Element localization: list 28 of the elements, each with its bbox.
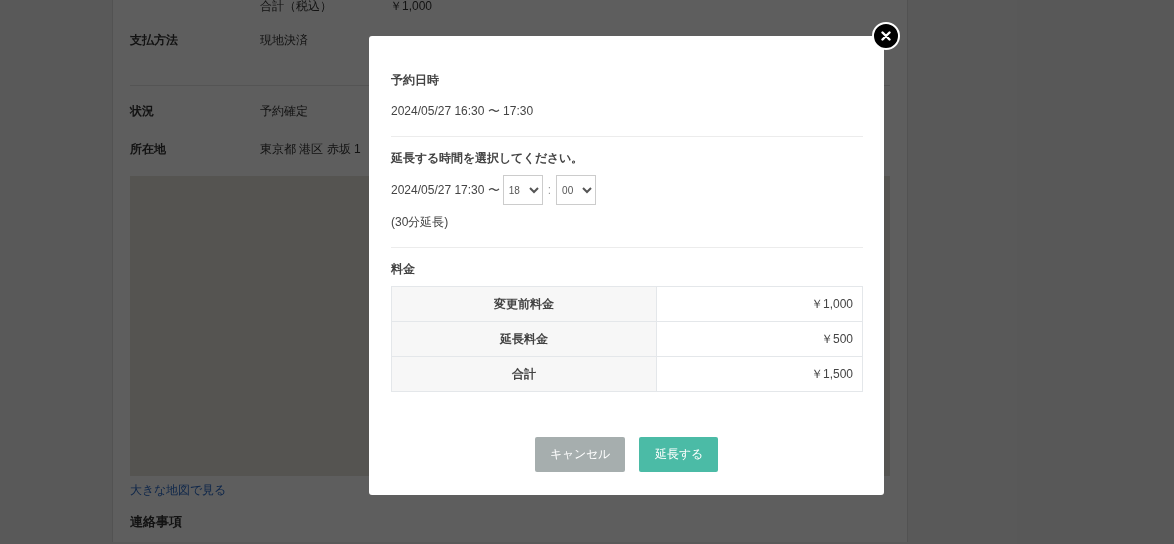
fees-title: 料金 (391, 261, 416, 278)
summary-value: ￥1,000 (390, 0, 433, 12)
time-separator: : (546, 183, 553, 197)
extend-button[interactable]: 延長する (639, 437, 718, 472)
hour-select[interactable]: 18 (502, 175, 543, 205)
detail-value: 現地決済 (260, 32, 308, 49)
cancel-button[interactable]: キャンセル (535, 437, 625, 472)
fee-label: 変更前料金 (391, 286, 657, 322)
fee-value: ￥1,500 (656, 356, 863, 392)
close-icon (881, 31, 891, 41)
detail-label: 支払方法 (130, 32, 179, 49)
detail-label: 状況 (130, 102, 155, 120)
section-title: 連絡事項 (130, 513, 183, 531)
extension-title: 延長する時間を選択してください。 (391, 150, 584, 167)
detail-value: 東京都 港区 赤坂 1 (260, 140, 361, 158)
extension-start: 2024/05/27 17:30 〜 (391, 181, 500, 199)
reservation-datetime: 2024/05/27 16:30 〜 17:30 (391, 103, 535, 120)
summary-label: 合計（税込） (260, 0, 332, 12)
extension-note: (30分延長) (391, 214, 450, 231)
minute-select[interactable]: 00 (556, 175, 597, 205)
fee-label: 合計 (391, 356, 657, 392)
map-link[interactable]: 大きな地図で見る (130, 482, 226, 499)
fee-value: ￥1,000 (656, 286, 863, 322)
fee-label: 延長料金 (391, 321, 657, 357)
detail-label: 所在地 (130, 140, 167, 158)
fee-value: ￥500 (656, 321, 863, 357)
reservation-title: 予約日時 (391, 72, 440, 89)
detail-value: 予約確定 (260, 102, 308, 120)
